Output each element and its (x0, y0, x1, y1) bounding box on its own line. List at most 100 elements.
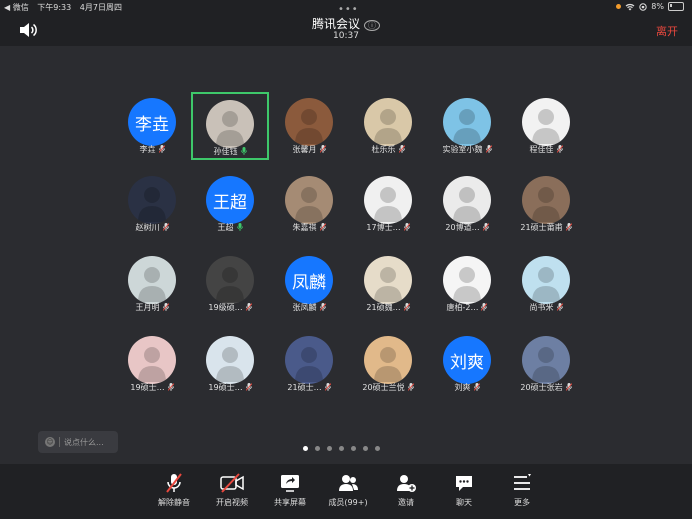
mic-muted-icon (563, 223, 572, 232)
mic-muted-icon (471, 383, 480, 392)
mic-muted-icon (317, 303, 326, 312)
participant-name: 王月明 (113, 302, 191, 313)
participant-avatar (128, 336, 176, 384)
participant-avatar (364, 256, 412, 304)
participant-tile[interactable]: 21硕士莆甫 (507, 170, 585, 238)
chat-button[interactable]: 聊天 (434, 472, 494, 508)
mic-muted-icon (156, 145, 165, 154)
participant-tile[interactable]: 20博道… (428, 170, 506, 238)
participant-tile[interactable]: 21硕士… (270, 330, 348, 398)
more-label: 更多 (514, 498, 530, 507)
members-button[interactable]: 成员(99+) (318, 472, 378, 508)
participant-name: 唐柏-2… (428, 302, 506, 313)
participant-name: 19级硕… (191, 302, 269, 313)
participant-tile[interactable]: 刘爽 刘爽 (428, 330, 506, 398)
chat-divider (59, 437, 60, 447)
participant-avatar (285, 336, 333, 384)
participant-name: 21硕魏… (349, 302, 427, 313)
more-menu-icon (514, 474, 531, 490)
invite-user-icon (397, 475, 416, 492)
participant-tile[interactable]: 19硕士… (113, 330, 191, 398)
participant-avatar (285, 98, 333, 146)
participant-tile[interactable]: 17博士… (349, 170, 427, 238)
more-button[interactable]: 更多 (492, 472, 552, 508)
participant-name: 尚书米 (507, 302, 585, 313)
participant-tile[interactable]: 19级硕… (191, 250, 269, 318)
page-dot[interactable] (375, 446, 380, 451)
participant-name: 实验室小魏 (428, 144, 506, 155)
participant-avatar (522, 336, 570, 384)
share-screen-button[interactable]: 共享屏幕 (260, 472, 320, 508)
participant-tile[interactable]: 21硕魏… (349, 250, 427, 318)
unmute-label: 解除静音 (158, 498, 190, 507)
participant-tile[interactable]: 孙佳钰 (191, 92, 269, 160)
mic-muted-icon (165, 383, 174, 392)
participant-name: 刘爽 (428, 382, 506, 393)
participant-tile[interactable]: 杜乐乐 (349, 92, 427, 160)
participant-avatar (364, 98, 412, 146)
participant-name: 20博道… (428, 222, 506, 233)
participant-name: 李垚 (113, 144, 191, 155)
chat-placeholder: 说点什么... (64, 437, 104, 447)
mic-muted-icon (563, 383, 572, 392)
participant-avatar (522, 256, 570, 304)
emoji-icon[interactable]: ☺ (45, 437, 55, 447)
participant-tile[interactable]: 赵树川 (113, 170, 191, 238)
participant-name: 杜乐乐 (349, 144, 427, 155)
mic-muted-icon (243, 303, 252, 312)
mic-muted-icon (405, 383, 414, 392)
chat-bubble-icon (456, 476, 472, 491)
participant-name: 19硕士… (191, 382, 269, 393)
mic-muted-icon (478, 303, 488, 312)
mic-muted-icon (160, 303, 169, 312)
invite-button[interactable]: 邀请 (376, 472, 436, 508)
participant-tile[interactable]: 19硕士… (191, 330, 269, 398)
mic-muted-icon (554, 145, 563, 154)
participant-avatar: 王超 (206, 176, 254, 224)
participant-name: 20硕士兰悦 (349, 382, 427, 393)
page-dot[interactable] (327, 446, 332, 451)
participant-avatar (364, 336, 412, 384)
participant-avatar: 凤麟 (285, 256, 333, 304)
start-video-button[interactable]: 开启视频 (202, 472, 262, 508)
unmute-button[interactable]: 解除静音 (144, 472, 204, 508)
video-off-icon (220, 473, 244, 493)
participant-tile[interactable]: 王超 王超 (191, 170, 269, 238)
mic-muted-icon (480, 223, 489, 232)
page-indicator[interactable] (303, 446, 380, 451)
participant-avatar (522, 98, 570, 146)
participant-avatar (443, 176, 491, 224)
participant-name: 17博士… (349, 222, 427, 233)
participant-name: 21硕士莆甫 (507, 222, 585, 233)
participant-tile[interactable]: 尚书米 (507, 250, 585, 318)
members-icon (339, 475, 358, 491)
participant-name: 朱嘉祺 (270, 222, 348, 233)
participant-name: 21硕士… (270, 382, 348, 393)
page-dot[interactable] (351, 446, 356, 451)
page-dot[interactable] (315, 446, 320, 451)
mic-muted-icon (322, 383, 331, 392)
page-dot[interactable] (339, 446, 344, 451)
mic-on-icon (234, 223, 243, 232)
participant-tile[interactable]: 20硕士兰悦 (349, 330, 427, 398)
participant-avatar (206, 100, 254, 148)
participant-tile[interactable]: 唐柏-2… (428, 250, 506, 318)
participant-tile[interactable]: 程佳佳 (507, 92, 585, 160)
start-video-label: 开启视频 (216, 498, 248, 507)
participant-tile[interactable]: 凤麟 张凤麟 (270, 250, 348, 318)
participant-name: 赵树川 (113, 222, 191, 233)
chat-label: 聊天 (456, 498, 472, 507)
participant-tile[interactable]: 朱嘉祺 (270, 170, 348, 238)
participant-tile[interactable]: 张馨月 (270, 92, 348, 160)
members-label: 成员(99+) (328, 498, 368, 507)
participant-avatar (128, 256, 176, 304)
participant-avatar (443, 256, 491, 304)
participant-tile[interactable]: 李垚 李垚 (113, 92, 191, 160)
participant-tile[interactable]: 王月明 (113, 250, 191, 318)
chat-input[interactable]: ☺ 说点什么... (38, 431, 118, 453)
participant-tile[interactable]: 20硕士张岩 (507, 330, 585, 398)
participant-tile[interactable]: 实验室小魏 (428, 92, 506, 160)
share-screen-icon (281, 475, 299, 492)
page-dot[interactable] (303, 446, 308, 451)
page-dot[interactable] (363, 446, 368, 451)
